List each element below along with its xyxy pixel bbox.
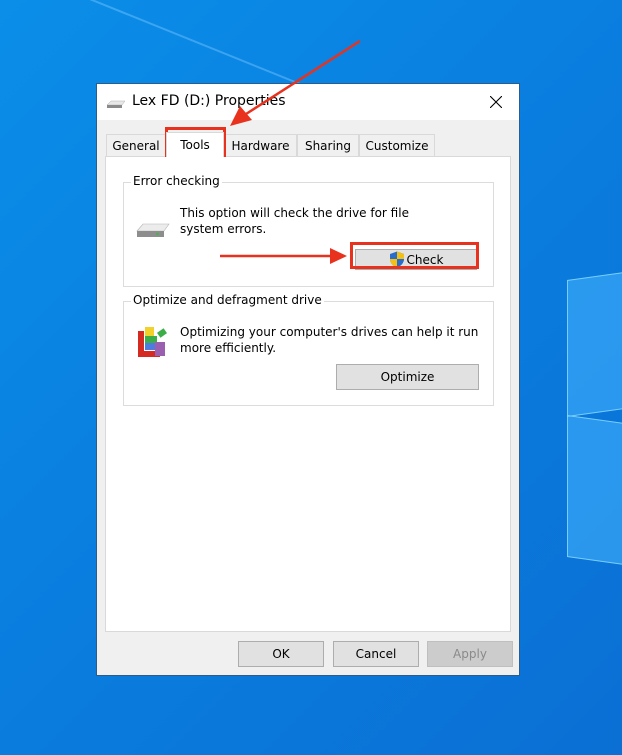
description-line: system errors. bbox=[180, 222, 267, 236]
tab-label: Customize bbox=[365, 138, 429, 153]
check-button[interactable]: Check bbox=[355, 249, 477, 270]
check-button-label: Check bbox=[406, 252, 444, 267]
error-checking-group: Error checking This option will check th… bbox=[123, 174, 494, 287]
description-line: more efficiently. bbox=[180, 341, 277, 355]
cancel-button[interactable]: Cancel bbox=[333, 641, 419, 667]
cancel-label: Cancel bbox=[355, 647, 397, 661]
tab-sharing[interactable]: Sharing bbox=[297, 134, 359, 156]
tools-tab-panel: Error checking This option will check th… bbox=[105, 156, 511, 632]
tab-customize[interactable]: Customize bbox=[359, 134, 435, 156]
optimize-button-label: Optimize bbox=[380, 370, 435, 384]
optimize-group: Optimize and defragment drive Optimizing… bbox=[123, 293, 494, 406]
properties-dialog: Lex FD (D:) Properties General Tools Har… bbox=[96, 83, 520, 676]
tab-label: Tools bbox=[180, 138, 210, 152]
tab-general[interactable]: General bbox=[106, 134, 166, 156]
tab-label: Hardware bbox=[231, 138, 290, 153]
window-title: Lex FD (D:) Properties bbox=[132, 93, 286, 109]
apply-button[interactable]: Apply bbox=[427, 641, 513, 667]
tab-label: General bbox=[112, 138, 160, 153]
description-line: Optimizing your computer's drives can he… bbox=[180, 325, 479, 339]
ok-label: OK bbox=[272, 647, 290, 661]
error-checking-label: Error checking bbox=[131, 174, 222, 188]
optimize-description: Optimizing your computer's drives can he… bbox=[180, 324, 478, 356]
optimize-label: Optimize and defragment drive bbox=[131, 293, 324, 307]
ok-button[interactable]: OK bbox=[238, 641, 324, 667]
error-checking-description: This option will check the drive for fil… bbox=[180, 205, 409, 237]
windows-logo-pane-top bbox=[567, 269, 622, 418]
uac-shield-icon bbox=[389, 251, 404, 268]
drive-icon bbox=[107, 100, 125, 108]
apply-label: Apply bbox=[453, 647, 487, 661]
title-bar[interactable]: Lex FD (D:) Properties bbox=[97, 84, 519, 120]
tab-hardware[interactable]: Hardware bbox=[224, 134, 297, 156]
optimize-button[interactable]: Optimize bbox=[336, 364, 479, 390]
tab-tools[interactable]: Tools bbox=[166, 132, 224, 157]
tab-label: Sharing bbox=[304, 138, 352, 153]
defragment-icon bbox=[138, 327, 167, 357]
close-icon bbox=[490, 96, 502, 108]
close-button[interactable] bbox=[473, 84, 519, 120]
windows-logo-pane-bottom bbox=[567, 414, 622, 568]
drive-icon bbox=[136, 223, 170, 237]
description-line: This option will check the drive for fil… bbox=[180, 206, 409, 220]
